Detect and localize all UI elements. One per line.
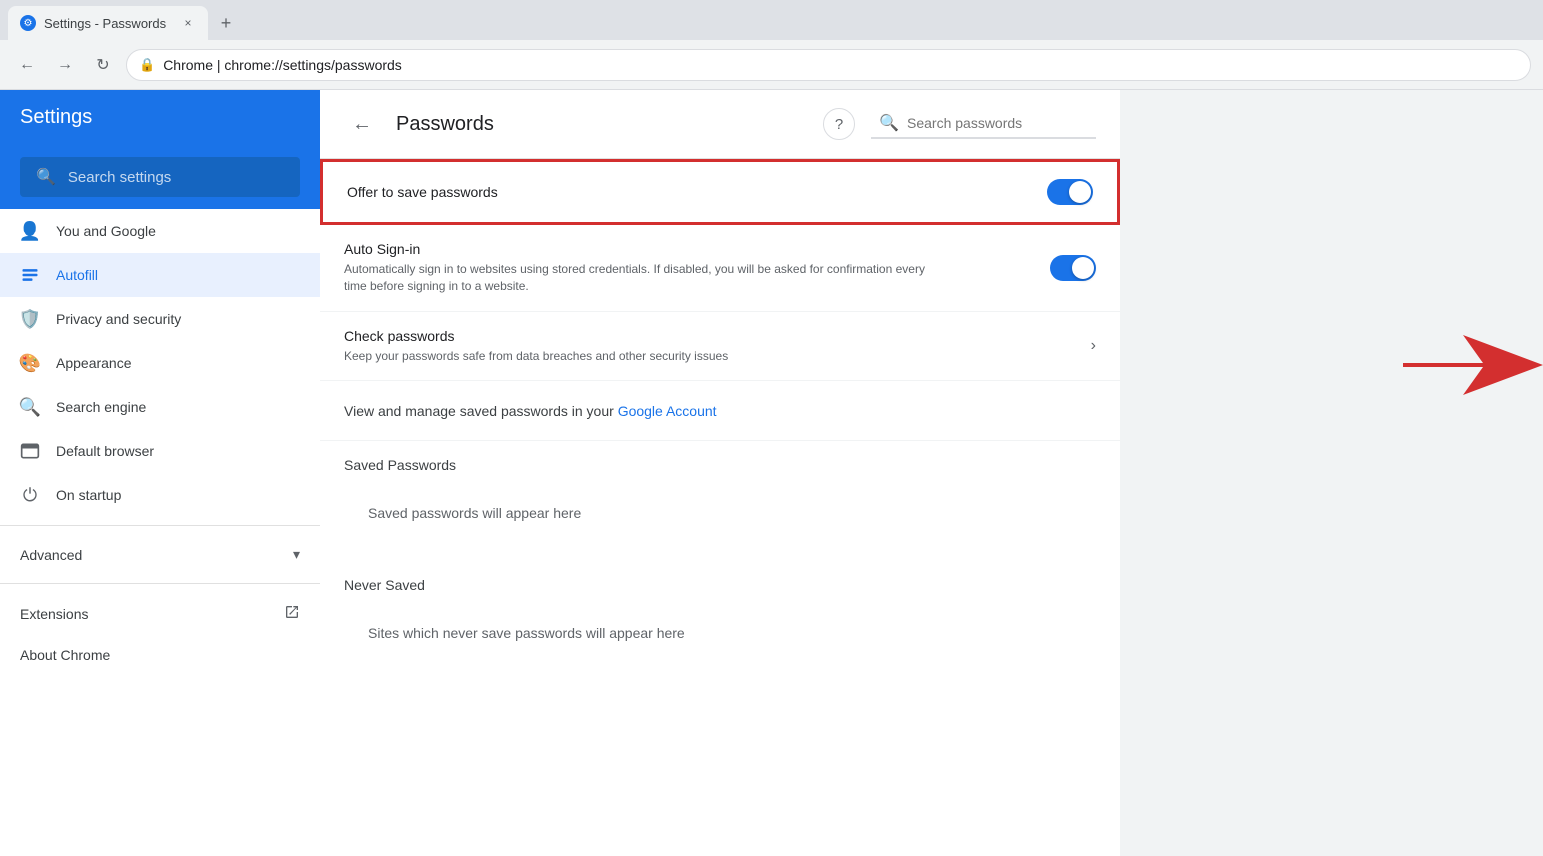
about-chrome-label: About Chrome [20,647,110,663]
startup-icon: ⏻ [20,485,40,505]
sidebar: Settings 🔍 Search settings 👤 You and Goo… [0,90,320,856]
google-account-row: View and manage saved passwords in your … [320,381,1120,441]
passwords-header: ← Passwords ? 🔍 [320,90,1120,159]
main-content: ← Passwords ? 🔍 Offer to save passwords [320,90,1543,856]
sidebar-extensions[interactable]: Extensions [0,592,320,635]
passwords-title: Passwords [396,113,807,136]
sidebar-label-appearance: Appearance [56,355,132,371]
sidebar-item-default-browser[interactable]: Default browser [0,429,320,473]
sidebar-item-search-engine[interactable]: 🔍 Search engine [0,385,320,429]
advanced-label: Advanced [20,547,277,563]
sidebar-about-chrome[interactable]: About Chrome [0,635,320,675]
external-link-icon [284,604,300,623]
google-account-text: View and manage saved passwords in your … [344,403,717,419]
sidebar-advanced[interactable]: Advanced ▾ [0,534,320,575]
auto-sign-in-toggle[interactable] [1050,255,1096,281]
check-passwords-row[interactable]: Check passwords Keep your passwords safe… [320,312,1120,382]
sidebar-item-appearance[interactable]: 🎨 Appearance [0,341,320,385]
sidebar-header: Settings [0,90,320,145]
search-icon: 🔍 [36,167,56,187]
address-bar[interactable]: 🔒 Chrome | chrome://settings/passwords [126,49,1531,81]
content-panel: ← Passwords ? 🔍 Offer to save passwords [320,90,1120,856]
red-arrow-svg [1403,335,1543,395]
offer-to-save-setting: Offer to save passwords [323,162,1117,222]
sidebar-label-on-startup: On startup [56,487,121,503]
tab-bar: ⚙ Settings - Passwords × + [0,0,1543,40]
extensions-label: Extensions [20,606,268,622]
search-passwords-box[interactable]: 🔍 [871,109,1096,139]
toggle-thumb [1069,181,1091,203]
search-placeholder-text: Search settings [68,169,171,186]
back-button[interactable]: ← [12,50,42,80]
chevron-right-icon: › [1091,337,1096,355]
tab-title: Settings - Passwords [44,16,166,31]
auto-sign-in-label: Auto Sign-in [344,241,1050,257]
sidebar-item-privacy[interactable]: 🛡️ Privacy and security [0,297,320,341]
search-area: 🔍 Search settings [0,145,320,209]
search-engine-icon: 🔍 [20,397,40,417]
check-passwords-desc: Keep your passwords safe from data breac… [344,348,944,365]
sidebar-label-you-and-google: You and Google [56,223,156,239]
google-account-prefix: View and manage saved passwords in your [344,403,618,419]
security-icon: 🔒 [139,57,155,73]
auto-sign-in-desc: Automatically sign in to websites using … [344,261,944,295]
offer-to-save-content: Offer to save passwords [347,184,1047,200]
shield-icon: 🛡️ [20,309,40,329]
chevron-down-icon: ▾ [293,546,300,563]
google-account-link[interactable]: Google Account [618,403,717,419]
offer-to-save-toggle[interactable] [1047,179,1093,205]
saved-passwords-empty: Saved passwords will appear here [320,481,1120,545]
sidebar-divider-2 [0,583,320,584]
reload-button[interactable]: ↻ [88,50,118,80]
tab-close-button[interactable]: × [180,15,196,31]
never-saved-empty: Sites which never save passwords will ap… [320,601,1120,665]
never-saved-section-label: Never Saved [320,561,1120,601]
tab-favicon: ⚙ [20,15,36,31]
help-button[interactable]: ? [823,108,855,140]
saved-passwords-section-label: Saved Passwords [320,441,1120,481]
red-arrow-annotation [1403,335,1543,395]
sidebar-item-on-startup[interactable]: ⏻ On startup [0,473,320,517]
auto-sign-in-row: Auto Sign-in Automatically sign in to we… [320,225,1120,312]
offer-to-save-label: Offer to save passwords [347,184,1047,200]
active-tab[interactable]: ⚙ Settings - Passwords × [8,6,208,40]
search-bar[interactable]: 🔍 Search settings [20,157,300,197]
sidebar-label-privacy: Privacy and security [56,311,181,327]
sidebar-item-you-and-google[interactable]: 👤 You and Google [0,209,320,253]
passwords-back-button[interactable]: ← [344,106,380,142]
new-tab-button[interactable]: + [212,9,240,37]
auto-sign-in-toggle-thumb [1072,257,1094,279]
check-passwords-content: Check passwords Keep your passwords safe… [344,328,1091,365]
sidebar-label-search-engine: Search engine [56,399,146,415]
sidebar-item-autofill[interactable]: Autofill [0,253,320,297]
sidebar-divider [0,525,320,526]
auto-sign-in-content: Auto Sign-in Automatically sign in to we… [344,241,1050,295]
search-passwords-icon: 🔍 [879,113,899,133]
settings-title: Settings [20,106,92,129]
autofill-icon [20,265,40,285]
nav-bar: ← → ↻ 🔒 Chrome | chrome://settings/passw… [0,40,1543,90]
main-area: ← Passwords ? 🔍 Offer to save passwords [320,90,1543,856]
person-icon: 👤 [20,221,40,241]
forward-button[interactable]: → [50,50,80,80]
palette-icon: 🎨 [20,353,40,373]
offer-to-save-row: Offer to save passwords [320,159,1120,225]
app-layout: Settings 🔍 Search settings 👤 You and Goo… [0,90,1543,856]
browser-icon [20,441,40,461]
search-passwords-input[interactable] [907,115,1088,131]
check-passwords-label: Check passwords [344,328,1091,344]
sidebar-label-default-browser: Default browser [56,443,154,459]
address-text: Chrome | chrome://settings/passwords [163,57,402,73]
sidebar-label-autofill: Autofill [56,267,98,283]
